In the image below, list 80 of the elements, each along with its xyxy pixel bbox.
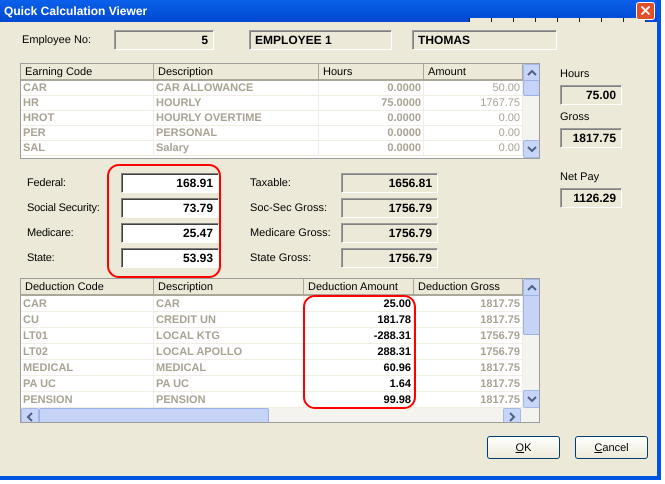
table-cell: MEDICAL [21,360,154,376]
window-title: Quick Calculation Viewer [4,4,148,18]
column-header[interactable]: Deduction Code [21,279,154,296]
table-cell: HR [21,96,154,111]
column-header[interactable]: Amount [424,64,523,81]
table-cell: PERSONAL [154,126,319,141]
field-label: Medicare: [26,227,74,239]
total-field: 1817.75 [560,128,622,148]
tax-amount-field[interactable]: 53.93 [121,248,219,268]
wage-amount-field: 1656.81 [341,173,438,193]
field-label: Soc-Sec Gross: [250,202,328,214]
dialog-button[interactable]: OK [487,436,560,459]
wage-amount-field: 1756.79 [341,198,438,218]
tax-amount-field[interactable]: 25.47 [121,223,219,243]
field-label: Taxable: [250,177,292,189]
table-cell: CAR [21,296,154,312]
table-cell: 0.0000 [319,141,424,156]
table-cell: CREDIT UN [154,312,304,328]
total-field: 75.00 [560,85,622,105]
table-cell: CAR [154,296,304,312]
column-header[interactable]: Hours [319,64,424,81]
tax-amount-field[interactable]: 168.91 [121,173,219,193]
table-cell: 288.31 [304,344,414,360]
scroll-up-icon[interactable] [523,64,539,82]
table-cell: HOURLY OVERTIME [154,111,319,126]
table-cell: 75.0000 [319,96,424,111]
close-icon[interactable] [636,2,655,20]
table-cell: 0.0000 [319,81,424,96]
scroll-down-icon[interactable] [523,390,539,408]
scroll-left-icon[interactable] [21,408,39,422]
field-label: Net Pay [560,171,600,183]
table-cell: 25.00 [304,296,414,312]
dialog-button[interactable]: Cancel [575,436,648,459]
table-cell: MEDICAL [154,360,304,376]
wage-amount-field: 1756.79 [341,223,438,243]
table-cell: PA UC [154,376,304,392]
field-label: State Gross: [250,252,312,264]
table-cell: PER [21,126,154,141]
table-cell: LT02 [21,344,154,360]
table-cell: Salary [154,141,319,156]
wage-amount-field: 1756.79 [341,248,438,268]
scrollbar-thumb[interactable] [39,408,269,422]
field-label: State: [26,252,56,264]
table-cell: 0.0000 [319,111,424,126]
scrollbar-thumb[interactable] [523,80,539,96]
table-cell: CU [21,312,154,328]
table-cell: HOURLY [154,96,319,111]
table-cell: LT01 [21,328,154,344]
column-header[interactable]: Deduction Gross [414,279,523,296]
table-cell: 0.0000 [319,126,424,141]
column-header[interactable]: Deduction Amount [304,279,414,296]
tax-amount-field[interactable]: 73.79 [121,198,219,218]
table-cell: PA UC [21,376,154,392]
field-label: Employee No: [21,34,92,46]
table-cell: 60.96 [304,360,414,376]
last-name-field: THOMAS [412,30,557,50]
scroll-right-icon[interactable] [503,408,521,422]
table-cell: -288.31 [304,328,414,344]
column-header[interactable]: Earning Code [21,64,154,81]
field-label: Medicare Gross: [250,227,332,239]
scroll-down-icon[interactable] [523,140,539,158]
table-cell: HROT [21,111,154,126]
employee-name-field: EMPLOYEE 1 [249,30,392,50]
field-label: Federal: [26,177,67,189]
table-cell: 181.78 [304,312,414,328]
scrollbar-thumb[interactable] [523,295,539,335]
scroll-up-icon[interactable] [523,279,539,297]
table-cell: 1.64 [304,376,414,392]
column-header[interactable]: Description [154,64,319,81]
table-cell: LOCAL APOLLO [154,344,304,360]
column-header[interactable]: Description [154,279,304,296]
field-label: Social Security: [26,202,101,214]
table-cell: LOCAL KTG [154,328,304,344]
field-label: Hours [560,68,590,80]
employee-number-field: 5 [114,30,214,50]
table-cell: SAL [21,141,154,156]
total-field: 1126.29 [560,188,622,208]
table-cell: CAR [21,81,154,96]
table-cell: CAR ALLOWANCE [154,81,319,96]
field-label: Gross [560,111,590,123]
